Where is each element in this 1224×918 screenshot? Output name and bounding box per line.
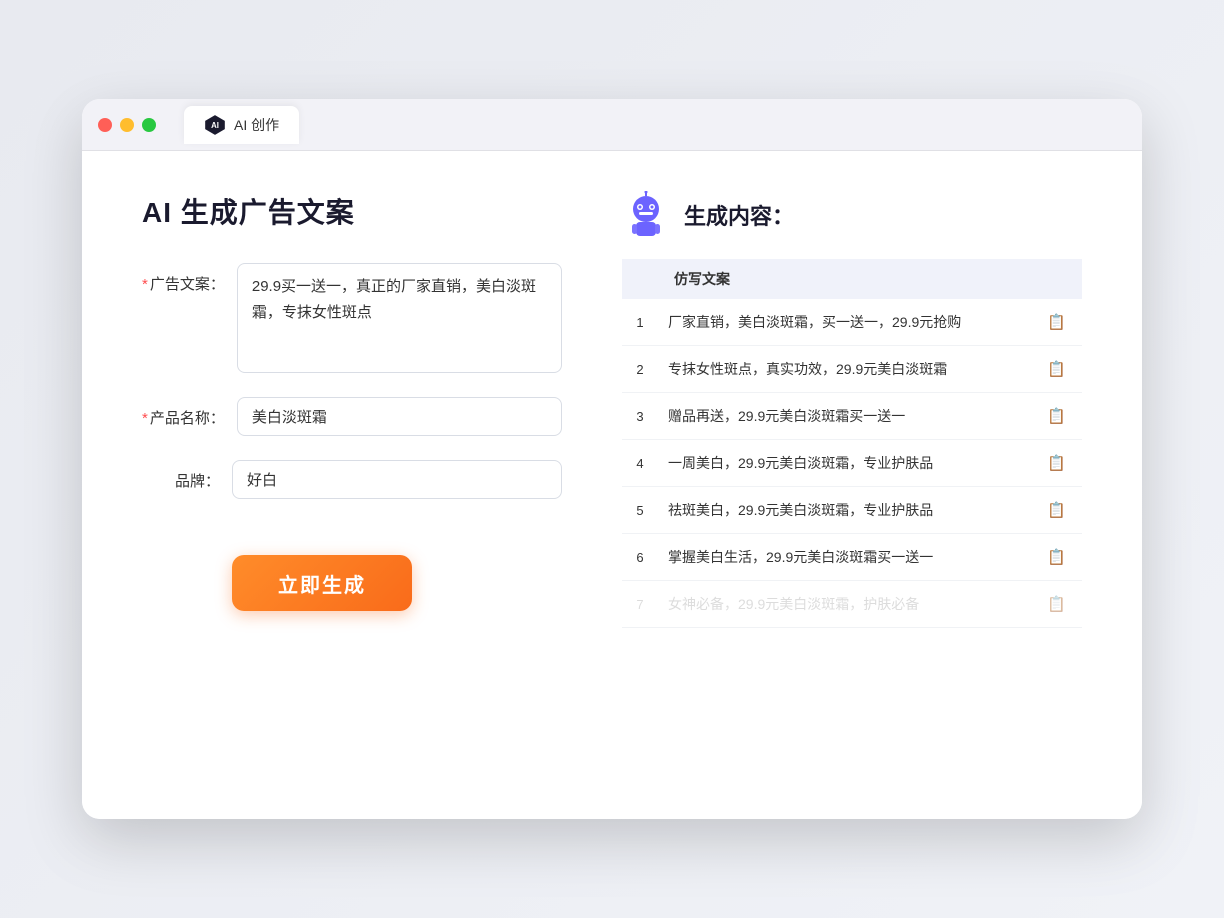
tab-ai-create[interactable]: AI AI 创作 [184, 106, 299, 144]
product-name-input[interactable] [237, 397, 562, 436]
row-content: 一周美白，29.9元美白淡斑霜，专业护肤品 [658, 440, 1031, 487]
table-row: 6掌握美白生活，29.9元美白淡斑霜买一送一 📋 [622, 534, 1082, 581]
product-name-required: * [142, 410, 148, 427]
copy-button[interactable]: 📋 [1041, 406, 1072, 427]
browser-toolbar: AI AI 创作 [82, 99, 1142, 151]
copy-button[interactable]: 📋 [1041, 359, 1072, 380]
row-action: 📋 [1031, 487, 1082, 534]
product-name-label: *产品名称： [142, 397, 237, 428]
results-header: 生成内容： [622, 191, 1082, 239]
row-action: 📋 [1031, 581, 1082, 628]
row-content: 赠品再送，29.9元美白淡斑霜买一送一 [658, 393, 1031, 440]
row-content: 女神必备，29.9元美白淡斑霜，护肤必备 [658, 581, 1031, 628]
row-content: 祛斑美白，29.9元美白淡斑霜，专业护肤品 [658, 487, 1031, 534]
brand-label: 品牌： [142, 460, 232, 491]
close-button[interactable] [98, 118, 112, 132]
row-number: 3 [622, 393, 658, 440]
row-content: 专抹女性斑点，真实功效，29.9元美白淡斑霜 [658, 346, 1031, 393]
copy-button[interactable]: 📋 [1041, 500, 1072, 521]
row-number: 5 [622, 487, 658, 534]
table-row: 7女神必备，29.9元美白淡斑霜，护肤必备 📋 [622, 581, 1082, 628]
browser-content: AI 生成广告文案 *广告文案： *产品名称： 品牌： 立 [82, 151, 1142, 819]
row-content: 掌握美白生活，29.9元美白淡斑霜买一送一 [658, 534, 1031, 581]
browser-window: AI AI 创作 AI 生成广告文案 *广告文案： *产品名称： [82, 99, 1142, 819]
row-content: 厂家直销，美白淡斑霜，买一送一，29.9元抢购 [658, 299, 1031, 346]
row-number: 2 [622, 346, 658, 393]
ad-copy-required: * [142, 276, 148, 293]
ad-copy-input[interactable] [237, 263, 562, 373]
row-number: 4 [622, 440, 658, 487]
row-action: 📋 [1031, 440, 1082, 487]
maximize-button[interactable] [142, 118, 156, 132]
table-row: 4一周美白，29.9元美白淡斑霜，专业护肤品 📋 [622, 440, 1082, 487]
row-action: 📋 [1031, 393, 1082, 440]
svg-text:AI: AI [211, 121, 219, 130]
robot-icon [622, 191, 670, 239]
col-content-header: 仿写文案 [658, 259, 1031, 299]
row-action: 📋 [1031, 299, 1082, 346]
table-row: 1厂家直销，美白淡斑霜，买一送一，29.9元抢购 📋 [622, 299, 1082, 346]
results-title: 生成内容： [684, 199, 794, 231]
tab-bar: AI AI 创作 [184, 106, 299, 144]
ai-icon: AI [204, 114, 226, 136]
table-row: 5祛斑美白，29.9元美白淡斑霜，专业护肤品 📋 [622, 487, 1082, 534]
minimize-button[interactable] [120, 118, 134, 132]
copy-button[interactable]: 📋 [1041, 547, 1072, 568]
results-table-header: 仿写文案 [622, 259, 1082, 299]
col-num-header [622, 259, 658, 299]
row-number: 7 [622, 581, 658, 628]
table-row: 3赠品再送，29.9元美白淡斑霜买一送一 📋 [622, 393, 1082, 440]
product-name-group: *产品名称： [142, 397, 562, 436]
brand-group: 品牌： [142, 460, 562, 499]
copy-button[interactable]: 📋 [1041, 312, 1072, 333]
table-row: 2专抹女性斑点，真实功效，29.9元美白淡斑霜 📋 [622, 346, 1082, 393]
brand-input[interactable] [232, 460, 562, 499]
copy-button[interactable]: 📋 [1041, 594, 1072, 615]
generate-button[interactable]: 立即生成 [232, 555, 412, 611]
right-panel: 生成内容： 仿写文案 1厂家直销，美白淡斑霜，买一送一，29.9元抢购📋2专抹女… [622, 191, 1082, 779]
row-number: 6 [622, 534, 658, 581]
row-action: 📋 [1031, 534, 1082, 581]
row-action: 📋 [1031, 346, 1082, 393]
results-table: 仿写文案 1厂家直销，美白淡斑霜，买一送一，29.9元抢购📋2专抹女性斑点，真实… [622, 259, 1082, 628]
col-action-header [1031, 259, 1082, 299]
ad-copy-group: *广告文案： [142, 263, 562, 373]
left-panel: AI 生成广告文案 *广告文案： *产品名称： 品牌： 立 [142, 191, 562, 779]
tab-label: AI 创作 [234, 115, 279, 135]
copy-button[interactable]: 📋 [1041, 453, 1072, 474]
ad-copy-label: *广告文案： [142, 263, 237, 294]
row-number: 1 [622, 299, 658, 346]
traffic-lights [98, 118, 156, 132]
page-title: AI 生成广告文案 [142, 191, 562, 231]
results-table-body: 1厂家直销，美白淡斑霜，买一送一，29.9元抢购📋2专抹女性斑点，真实功效，29… [622, 299, 1082, 628]
